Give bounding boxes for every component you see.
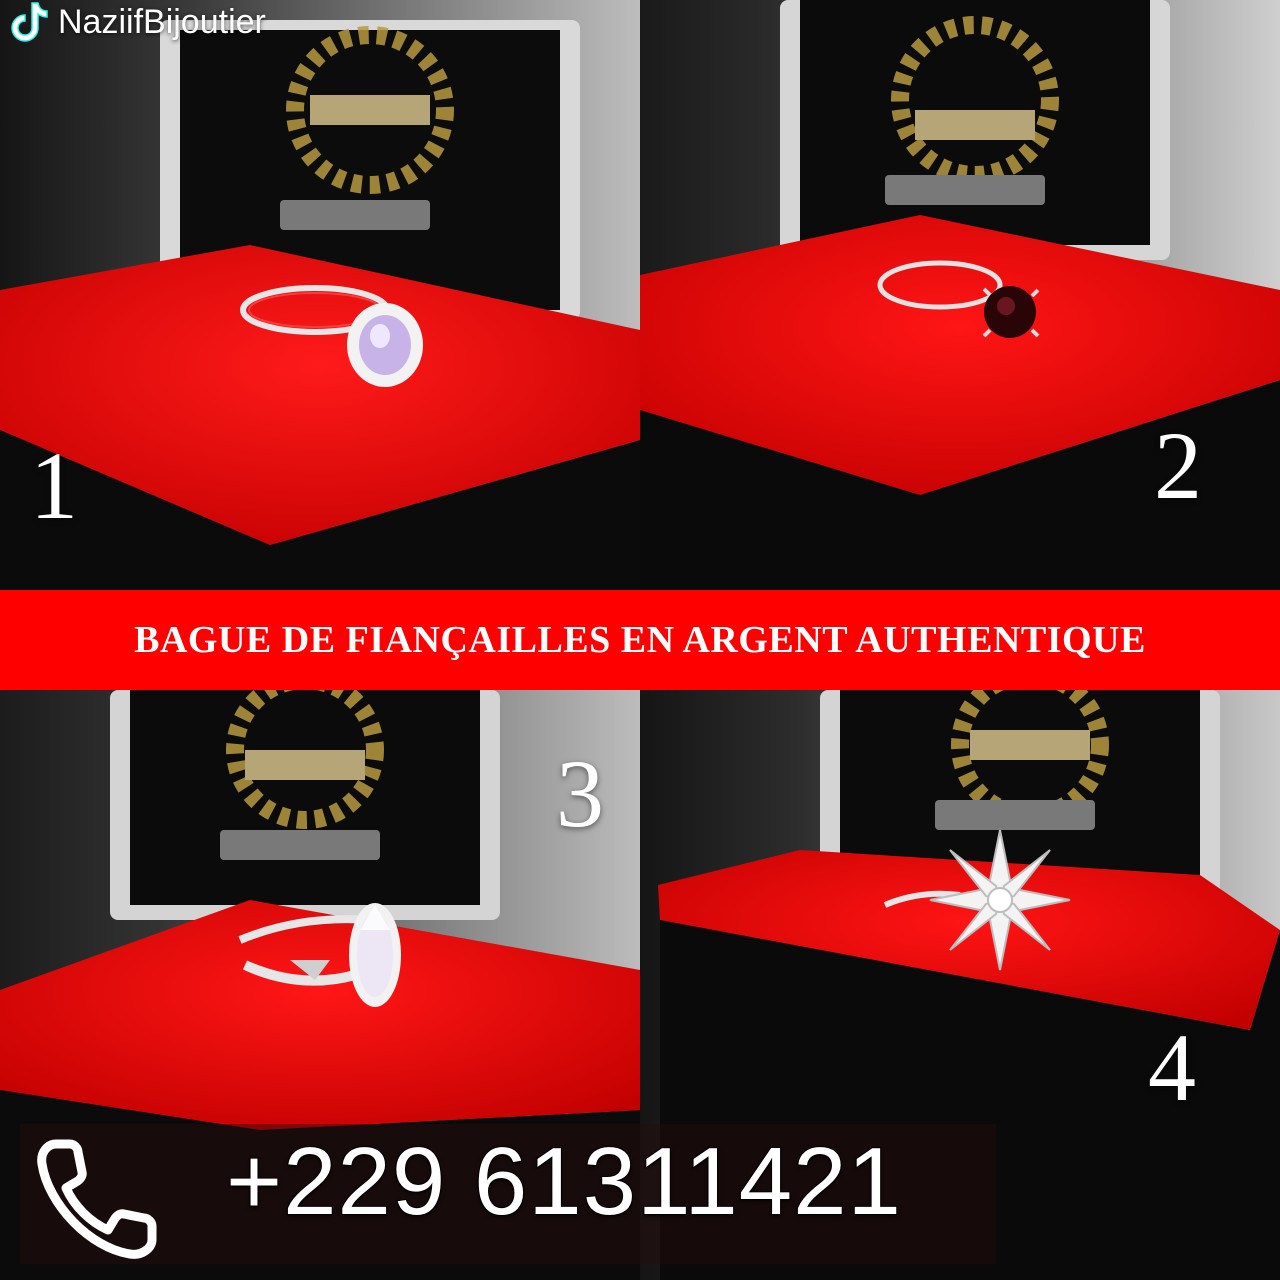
phone-number[interactable]: +229 61311421 [225, 1133, 902, 1231]
product-photo-2: 2 [640, 0, 1280, 590]
product-number-2: 2 [1154, 412, 1202, 519]
title-banner: BAGUE DE FIANÇAILLES EN ARGENT AUTHENTIQ… [0, 590, 1280, 690]
tiktok-logo-icon [11, 2, 48, 42]
phone-icon [37, 1139, 157, 1259]
product-photo-1: 1 [0, 0, 640, 590]
tiktok-username: NaziifBijoutier [58, 2, 266, 41]
product-number-4: 4 [1148, 1014, 1196, 1121]
display-scene-1 [0, 0, 640, 590]
contact-bar: +229 61311421 [20, 1124, 996, 1264]
product-number-1: 1 [30, 432, 78, 539]
tiktok-watermark: NaziifBijoutier [10, 0, 266, 44]
banner-title: BAGUE DE FIANÇAILLES EN ARGENT AUTHENTIQ… [134, 619, 1146, 661]
product-number-3: 3 [556, 740, 604, 847]
